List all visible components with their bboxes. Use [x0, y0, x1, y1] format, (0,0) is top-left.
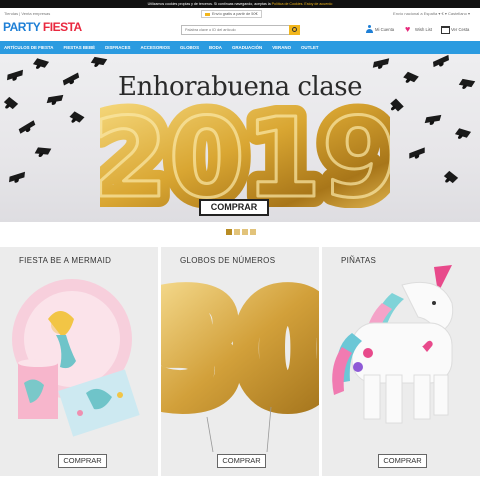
account-label: Mi Cuenta [375, 26, 395, 32]
graduation-cap-icon [454, 128, 472, 138]
nav-disfraces[interactable]: DISFRACES [105, 45, 130, 50]
search-input[interactable] [181, 25, 291, 35]
graduation-cap-icon [372, 58, 390, 68]
heart-icon: ♥ [405, 24, 411, 34]
cart-label: Ver Cesta [451, 26, 470, 32]
nav-globos[interactable]: GLOBOS [180, 45, 199, 50]
hero-year-highlight: 2019 [100, 96, 390, 208]
promo-panel-pinatas[interactable]: PIÑATAS COMPRAR [322, 247, 480, 476]
panel-buy-button[interactable]: COMPRAR [378, 454, 427, 468]
graduation-cap-icon [32, 58, 50, 68]
hero-year-balloons: 2019 2019 [100, 96, 390, 208]
cookie-bar: Utilizamos cookies propias y de terceros… [0, 0, 480, 8]
header: PARTY FIESTA Mi Cuenta ♥ Wish List Ver C… [0, 19, 480, 41]
graduation-cap-icon [424, 114, 442, 124]
carousel-dot[interactable] [226, 229, 232, 235]
search-icon [292, 27, 297, 32]
truck-icon [205, 12, 210, 16]
nav-boda[interactable]: BODA [209, 45, 222, 50]
promo-panel-number-balloons[interactable]: GLOBOS DE NÚMEROS 30 COMPRAR [161, 247, 319, 476]
promo-panel-mermaid[interactable]: FIESTA BE A MERMAID COMPRAR [0, 247, 158, 476]
hero-buy-button[interactable]: COMPRAR [199, 199, 269, 216]
unicorn-pinata-image [332, 265, 454, 424]
wishlist-link[interactable]: ♥ Wish List [405, 24, 432, 34]
nav-articulos[interactable]: ARTÍCULOS DE FIESTA [4, 45, 53, 50]
panel-buy-button[interactable]: COMPRAR [58, 454, 107, 468]
graduation-cap-icon [69, 111, 85, 123]
nav-fiestas-bebe[interactable]: FIESTAS BEBÉ [63, 45, 95, 50]
graduation-cap-icon [409, 147, 425, 159]
free-shipping-badge: Envío gratis a partir de 50€ [201, 10, 262, 18]
carousel-dots [226, 229, 256, 235]
main-nav: ARTÍCULOS DE FIESTA FIESTAS BEBÉ DISFRAC… [0, 41, 480, 54]
logo-party: PARTY [3, 20, 41, 34]
account-link[interactable]: Mi Cuenta [366, 25, 394, 33]
user-icon [366, 25, 373, 33]
nav-outlet[interactable]: OUTLET [301, 45, 319, 50]
mermaid-products-image [12, 279, 140, 437]
panel-title: FIESTA BE A MERMAID [19, 256, 112, 265]
panel-title: GLOBOS DE NÚMEROS [180, 256, 276, 265]
graduation-cap-icon [443, 170, 459, 184]
cookie-policy-link[interactable]: Política de Cookies. Estoy de acuerdo [272, 2, 333, 6]
carousel-dot[interactable] [234, 229, 240, 235]
wishlist-label: Wish List [415, 26, 432, 32]
logo-fiesta: FIESTA [42, 20, 82, 34]
panel-buy-button[interactable]: COMPRAR [217, 454, 266, 468]
nav-verano[interactable]: VERANO [272, 45, 291, 50]
graduation-cap-icon [90, 56, 108, 66]
carousel-dot[interactable] [250, 229, 256, 235]
logo[interactable]: PARTY FIESTA [3, 20, 82, 34]
topbar: Tiendas | Venta empresas Envío gratis a … [0, 8, 480, 19]
cookie-text: Utilizamos cookies propias y de terceros… [147, 2, 271, 6]
cart-icon [440, 25, 450, 34]
number-balloon-text: 30 [161, 270, 319, 433]
graduation-cap-icon [9, 171, 25, 183]
number-balloons-image: 30 [161, 267, 319, 452]
nav-graduacion[interactable]: GRADUACIÓN [232, 45, 262, 50]
cart-link[interactable]: Ver Cesta [440, 25, 470, 34]
shipping-text: Envío gratis a partir de 50€ [212, 12, 258, 16]
graduation-cap-icon [18, 120, 36, 134]
graduation-cap-icon [433, 54, 449, 68]
graduation-cap-icon [34, 147, 52, 155]
locale-selector[interactable]: Envío nacional a España ▾ € ▾ Castellano… [393, 11, 470, 16]
search-button[interactable] [289, 25, 300, 35]
nav-accesorios[interactable]: ACCESORIOS [140, 45, 170, 50]
stores-link[interactable]: Tiendas | Venta empresas [4, 11, 50, 16]
carousel-dot[interactable] [242, 229, 248, 235]
hero-banner[interactable]: Enhorabuena clase 2019 2019 COMPRAR [0, 54, 480, 222]
